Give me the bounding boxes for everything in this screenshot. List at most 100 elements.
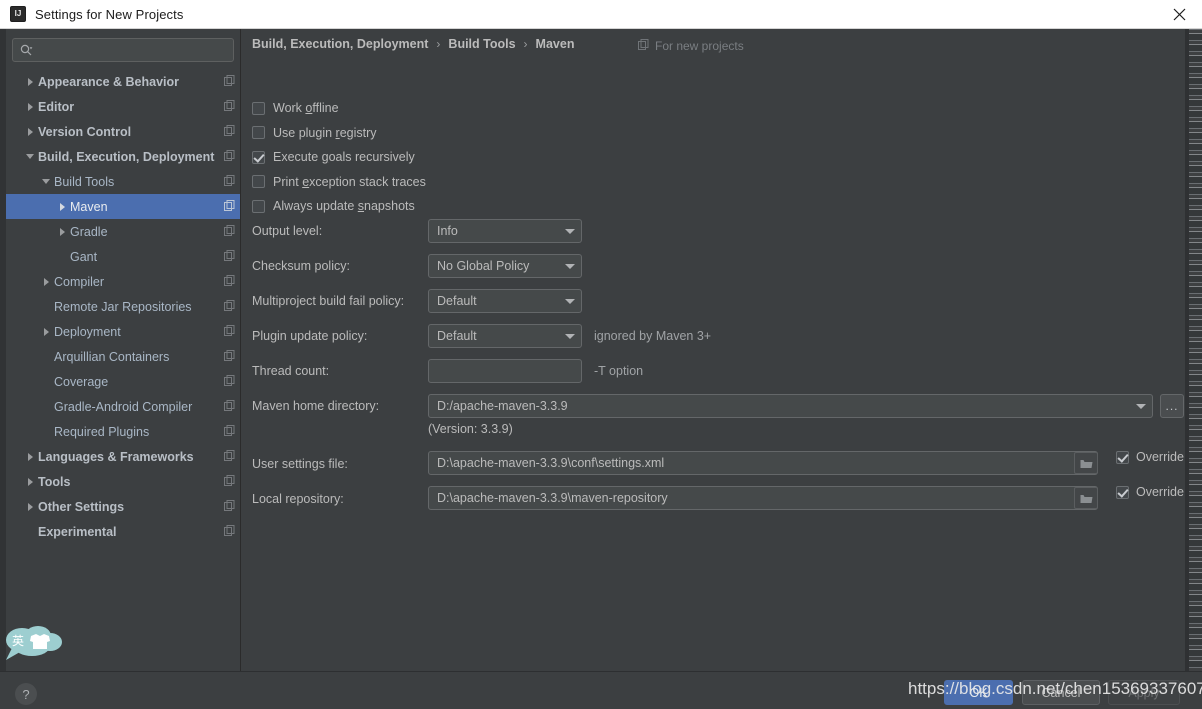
output-level-combo[interactable]: Info	[428, 219, 582, 243]
background-code-texture	[1189, 29, 1202, 671]
copy-settings-icon[interactable]	[224, 498, 235, 516]
sidebar-item-arquillian-containers[interactable]: Arquillian Containers	[6, 344, 240, 369]
search-input[interactable]	[33, 43, 233, 57]
copy-settings-icon[interactable]	[224, 423, 235, 441]
sidebar-item-label: Tools	[38, 474, 71, 489]
copy-settings-icon[interactable]	[224, 248, 235, 266]
copy-settings-icon[interactable]	[224, 173, 235, 191]
cancel-button[interactable]: Cancel	[1022, 680, 1100, 705]
folder-icon	[1080, 494, 1092, 503]
multiproject-policy-combo[interactable]: Default	[428, 289, 582, 313]
copy-settings-icon[interactable]	[224, 398, 235, 416]
copy-settings-icon[interactable]	[224, 73, 235, 91]
copy-settings-icon[interactable]	[224, 523, 235, 541]
sidebar-item-build-tools[interactable]: Build Tools	[6, 169, 240, 194]
plugin-update-policy-hint: ignored by Maven 3+	[594, 329, 712, 343]
copy-settings-icon[interactable]	[224, 223, 235, 241]
label-suffix: oals recursively	[328, 150, 415, 164]
checkbox-box[interactable]	[252, 101, 265, 115]
chevron-right-icon[interactable]	[38, 269, 54, 294]
plugin-update-policy-combo[interactable]: Default	[428, 324, 582, 348]
close-glyph	[1173, 8, 1186, 20]
chevron-right-icon[interactable]	[54, 219, 70, 244]
checkbox-box[interactable]	[252, 175, 265, 188]
sidebar-item-languages-frameworks[interactable]: Languages & Frameworks	[6, 444, 240, 469]
sidebar-item-editor[interactable]: Editor	[6, 94, 240, 119]
chevron-down-icon	[559, 263, 581, 269]
chevron-right-icon[interactable]	[54, 194, 70, 219]
checkbox-box[interactable]	[252, 150, 265, 164]
breadcrumb-part-1[interactable]: Build, Execution, Deployment	[252, 37, 428, 51]
checksum-policy-combo[interactable]: No Global Policy	[428, 254, 582, 278]
sidebar-item-other-settings[interactable]: Other Settings	[6, 494, 240, 519]
sidebar-item-gant[interactable]: Gant	[6, 244, 240, 269]
local-repository-input[interactable]: D:\apache-maven-3.3.9\maven-repository	[428, 486, 1098, 510]
sidebar-item-appearance-behavior[interactable]: Appearance & Behavior	[6, 69, 240, 94]
sidebar-item-tools[interactable]: Tools	[6, 469, 240, 494]
checkbox-use-plugin-registry[interactable]: Use plugin registry	[252, 124, 377, 142]
sidebar-item-remote-jar-repositories[interactable]: Remote Jar Repositories	[6, 294, 240, 319]
user-settings-override-checkbox[interactable]	[1116, 450, 1129, 464]
copy-settings-icon[interactable]	[224, 98, 235, 116]
checkbox-box[interactable]	[252, 126, 265, 139]
copy-settings-icon[interactable]	[224, 148, 235, 166]
copy-settings-icon[interactable]	[224, 448, 235, 466]
user-settings-input[interactable]: D:\apache-maven-3.3.9\conf\settings.xml	[428, 451, 1098, 475]
chevron-right-icon[interactable]	[22, 469, 38, 494]
checkbox-work-offline[interactable]: Work offline	[252, 99, 339, 117]
sidebar-item-label: Experimental	[38, 524, 117, 539]
sidebar-item-experimental[interactable]: Experimental	[6, 519, 240, 544]
sidebar-item-maven[interactable]: Maven	[6, 194, 240, 219]
local-repository-browse-icon[interactable]	[1074, 487, 1098, 509]
plugin-update-policy-value: Default	[437, 329, 477, 343]
copy-settings-icon[interactable]	[224, 123, 235, 141]
chevron-right-icon[interactable]	[22, 494, 38, 519]
checkbox-execute-goals-recursively[interactable]: Execute goals recursively	[252, 148, 415, 166]
sidebar-item-compiler[interactable]: Compiler	[6, 269, 240, 294]
checkbox-box[interactable]	[252, 199, 265, 213]
copy-settings-icon[interactable]	[224, 473, 235, 491]
maven-home-browse-button[interactable]: ...	[1160, 394, 1184, 418]
settings-tree: Appearance & Behavior Editor Version Contr…	[6, 69, 240, 544]
breadcrumb-part-2[interactable]: Build Tools	[448, 37, 515, 51]
maven-home-combo[interactable]: D:/apache-maven-3.3.9	[428, 394, 1153, 418]
copy-settings-icon[interactable]	[224, 323, 235, 341]
checkbox-print-exception-stack-traces[interactable]: Print exception stack traces	[252, 173, 426, 191]
chevron-down-icon[interactable]	[38, 169, 54, 194]
chevron-right-icon[interactable]	[22, 94, 38, 119]
close-icon[interactable]	[1157, 0, 1202, 28]
label-suffix: xception stack traces	[309, 174, 426, 189]
breadcrumb-part-3[interactable]: Maven	[536, 37, 575, 51]
local-repository-override[interactable]: Override	[1116, 485, 1184, 499]
checkbox-always-update-snapshots[interactable]: Always update snapshots	[252, 197, 415, 215]
user-settings-browse-icon[interactable]	[1074, 452, 1098, 474]
chevron-right-icon[interactable]	[38, 319, 54, 344]
settings-dialog: Settings for New Projects	[0, 0, 1202, 709]
sidebar-item-gradle-android-compiler[interactable]: Gradle-Android Compiler	[6, 394, 240, 419]
sidebar-item-coverage[interactable]: Coverage	[6, 369, 240, 394]
help-button[interactable]: ?	[15, 683, 37, 705]
ok-button[interactable]: OK	[944, 680, 1013, 705]
chevron-right-icon[interactable]	[22, 119, 38, 144]
checkbox-label: Work offline	[273, 101, 339, 115]
copy-settings-icon[interactable]	[224, 348, 235, 366]
chevron-right-icon[interactable]	[22, 444, 38, 469]
sidebar-item-label: Gradle	[70, 224, 108, 239]
copy-settings-icon[interactable]	[224, 373, 235, 391]
thread-count-input[interactable]	[428, 359, 582, 383]
copy-settings-icon[interactable]	[224, 298, 235, 316]
apply-button[interactable]: Apply	[1108, 680, 1180, 705]
sidebar-item-version-control[interactable]: Version Control	[6, 119, 240, 144]
local-repository-override-checkbox[interactable]	[1116, 485, 1129, 499]
sidebar-item-deployment[interactable]: Deployment	[6, 319, 240, 344]
search-box[interactable]	[12, 38, 234, 62]
sidebar-item-gradle[interactable]: Gradle	[6, 219, 240, 244]
copy-settings-icon[interactable]	[224, 198, 235, 216]
sidebar-item-build-execution-deployment[interactable]: Build, Execution, Deployment	[6, 144, 240, 169]
sidebar-item-required-plugins[interactable]: Required Plugins	[6, 419, 240, 444]
sidebar-item-label: Compiler	[54, 274, 105, 289]
chevron-right-icon[interactable]	[22, 69, 38, 94]
chevron-down-icon[interactable]	[22, 144, 38, 169]
user-settings-override[interactable]: Override	[1116, 450, 1184, 464]
copy-settings-icon[interactable]	[224, 273, 235, 291]
